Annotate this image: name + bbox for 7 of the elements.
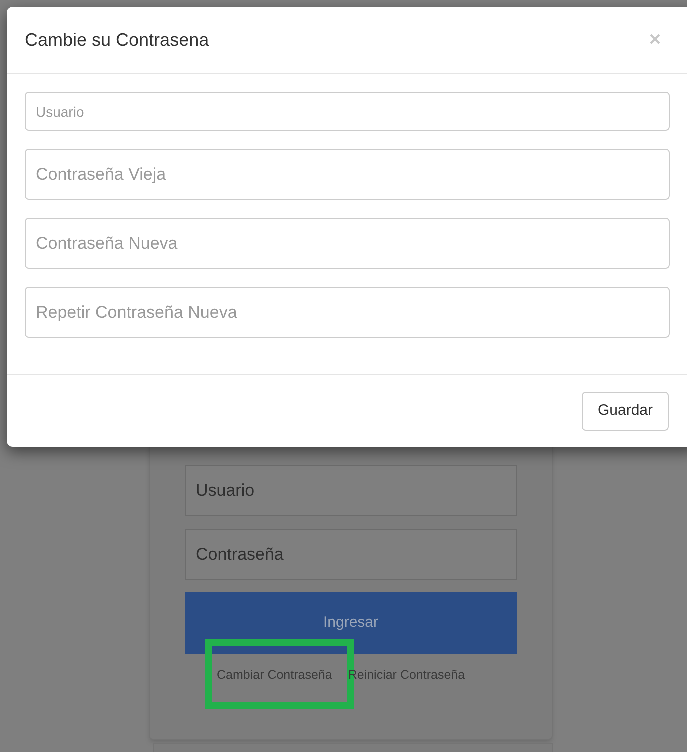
input-field[interactable]: Usuario	[185, 465, 517, 516]
input-field[interactable]: Contraseña	[185, 529, 517, 580]
close-button[interactable]: ×	[649, 30, 661, 50]
link[interactable]: Cambiar Contraseña	[217, 668, 332, 682]
login-button[interactable]: Ingresar	[185, 592, 517, 654]
save-button[interactable]: Guardar	[582, 392, 669, 431]
modal-title: Cambie su Contrasena	[25, 28, 210, 52]
